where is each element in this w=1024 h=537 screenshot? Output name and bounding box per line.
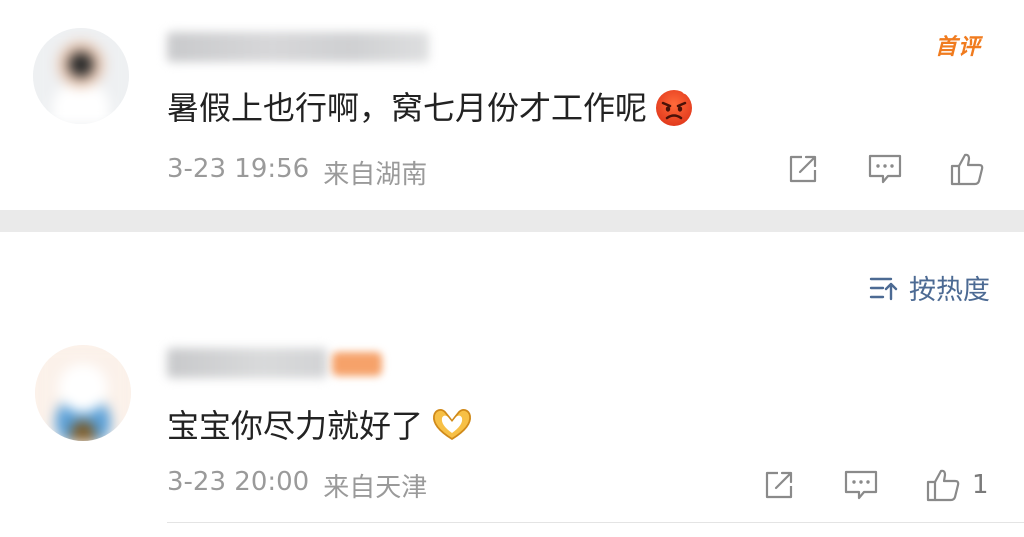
bottom-divider xyxy=(167,522,1024,523)
comment-thread: 首评 暑假上也行啊，窝七月份才工作呢 3-23 19:56 来自湖南 按热度 宝… xyxy=(0,0,1024,537)
like-button[interactable] xyxy=(948,150,986,188)
avatar[interactable] xyxy=(33,28,129,124)
comment-actions xyxy=(784,150,986,188)
comment-text: 宝宝你尽力就好了 xyxy=(167,401,475,447)
comment-item: 宝宝你尽力就好了 3-23 20:00 来自天津 1 xyxy=(0,326,1024,537)
sort-by-hot-toggle[interactable]: 按热度 xyxy=(869,268,990,307)
like-button[interactable] xyxy=(924,466,962,504)
repost-button[interactable] xyxy=(784,150,822,188)
repost-icon xyxy=(789,155,817,183)
heart-hands-emoji xyxy=(433,409,471,440)
like-count: 1 xyxy=(972,470,989,500)
sort-label: 按热度 xyxy=(909,275,990,306)
angry-face-emoji xyxy=(656,88,693,126)
first-comment-badge: 首评 xyxy=(928,26,994,60)
comment-icon xyxy=(844,470,878,500)
thumbs-up-icon xyxy=(950,153,984,186)
repost-icon xyxy=(765,471,793,499)
comment-text: 暑假上也行啊，窝七月份才工作呢 xyxy=(167,83,695,129)
section-divider xyxy=(0,210,1024,232)
comment-item: 首评 暑假上也行啊，窝七月份才工作呢 3-23 19:56 来自湖南 xyxy=(0,0,1024,210)
comment-time: 3-23 19:56 xyxy=(167,154,310,184)
comment-button[interactable] xyxy=(842,466,880,504)
comment-location: 来自天津 xyxy=(323,473,428,503)
comment-location: 来自湖南 xyxy=(323,160,428,190)
comment-actions: 1 xyxy=(760,466,989,504)
thumbs-up-icon xyxy=(926,469,960,502)
comment-body: 宝宝你尽力就好了 xyxy=(167,407,424,445)
username-redacted[interactable] xyxy=(167,32,429,62)
repost-button[interactable] xyxy=(760,466,798,504)
sort-icon xyxy=(869,277,898,300)
comment-icon xyxy=(868,154,902,184)
comment-body: 暑假上也行啊，窝七月份才工作呢 xyxy=(167,89,648,127)
username-redacted[interactable] xyxy=(167,348,327,378)
comment-time: 3-23 20:00 xyxy=(167,467,310,497)
avatar[interactable] xyxy=(35,345,131,441)
comment-meta: 3-23 19:56 来自湖南 xyxy=(167,154,427,191)
comment-button[interactable] xyxy=(866,150,904,188)
comment-meta: 3-23 20:00 来自天津 xyxy=(167,467,427,504)
user-badge-redacted xyxy=(332,352,382,376)
